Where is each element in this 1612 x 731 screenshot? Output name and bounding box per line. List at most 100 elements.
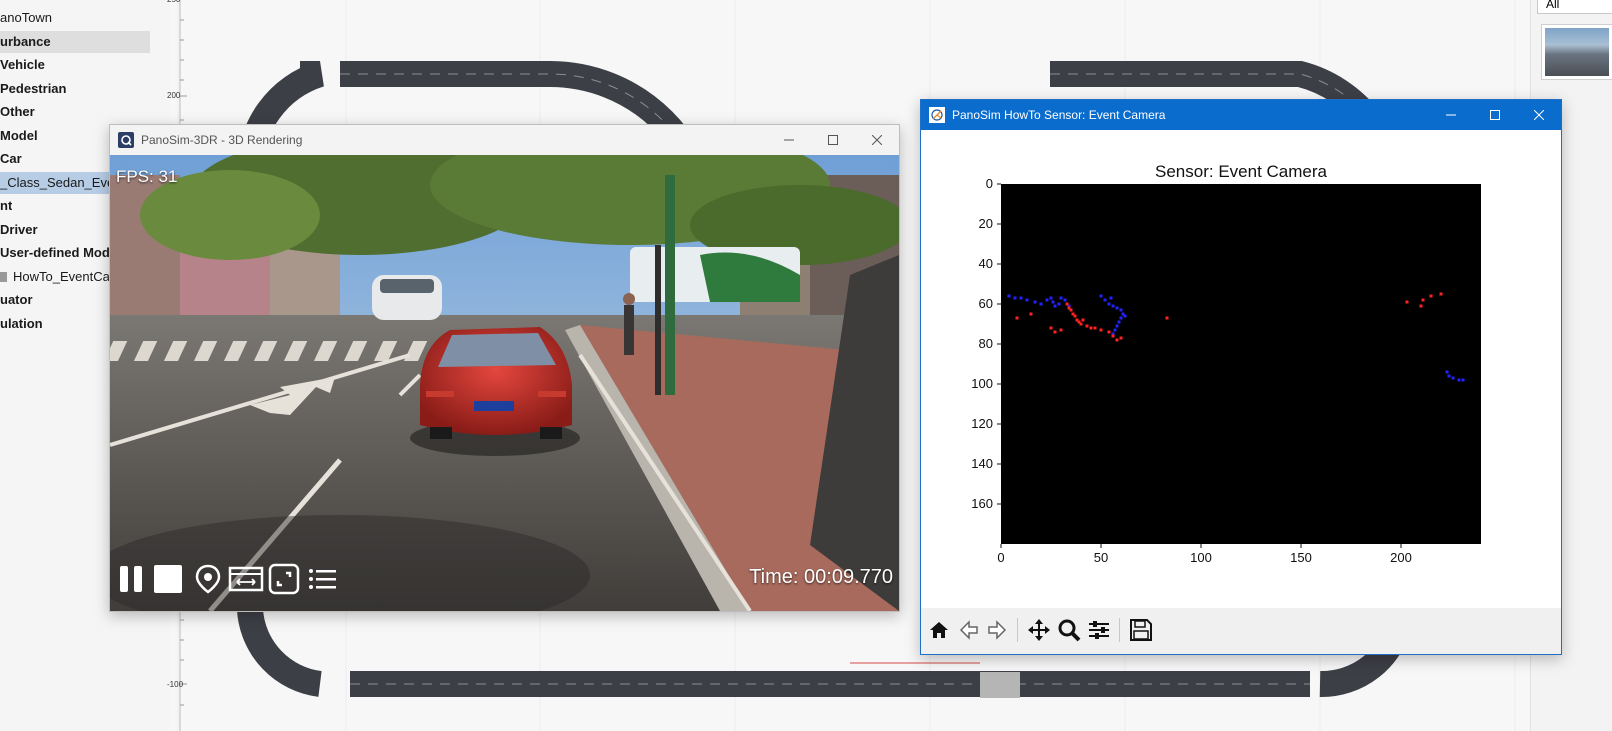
app-root: anoTown urbance Vehicle Pedestrian Other… — [0, 0, 1612, 731]
event-point — [1461, 378, 1465, 382]
y-tick-label: 160 — [971, 496, 993, 511]
event-plot — [997, 183, 1481, 548]
event-point — [1059, 328, 1063, 332]
event-point — [1073, 314, 1077, 318]
plot-area[interactable]: Sensor: Event Camera 0 20 40 60 80 100 120 140 1… — [921, 130, 1561, 608]
pan-icon — [1028, 619, 1050, 641]
event-point — [1039, 302, 1043, 306]
event-point — [1115, 338, 1119, 342]
y-tick-label: 100 — [971, 376, 993, 391]
y-tick-label: 120 — [971, 416, 993, 431]
event-point — [1405, 300, 1409, 304]
save-button[interactable] — [1127, 616, 1155, 644]
event-point — [1053, 304, 1057, 308]
event-point — [1057, 302, 1061, 306]
tree-item-disturbance[interactable]: urbance — [0, 31, 150, 53]
forward-button[interactable] — [983, 616, 1011, 644]
fps-counter: FPS: 31 — [116, 167, 178, 186]
pause-button[interactable] — [116, 563, 148, 595]
configure-icon — [1089, 621, 1109, 639]
event-point — [1013, 296, 1017, 300]
tree-item-pedestrian[interactable]: Pedestrian — [0, 78, 66, 100]
filter-value: All — [1546, 0, 1560, 11]
tree-item-label: _Class_Sedan_Event — [0, 175, 126, 190]
home-button[interactable] — [925, 616, 953, 644]
event-point — [1447, 374, 1451, 378]
event-point — [1059, 296, 1063, 300]
axis-label-minus-100: -100 — [167, 680, 184, 689]
sim-time: Time: 00:09.770 — [749, 566, 893, 588]
render-viewport[interactable]: FPS: 31 Time: 00:09.770 — [110, 155, 899, 611]
plot-toolbar — [921, 608, 1561, 654]
event-point — [1051, 300, 1055, 304]
event-point — [1419, 304, 1423, 308]
tree-item-user-defined-model[interactable]: User-defined Mode — [0, 242, 117, 264]
fullscreen-button[interactable] — [268, 563, 300, 595]
close-button[interactable] — [855, 125, 899, 155]
tree-item-car[interactable]: Car — [0, 148, 22, 170]
stop-button[interactable] — [152, 563, 184, 595]
tree-item-simulation[interactable]: ulation — [0, 313, 43, 335]
event-point — [1015, 316, 1019, 320]
tree-item-agent[interactable]: nt — [0, 195, 12, 217]
event-point — [1049, 296, 1053, 300]
asset-thumbnail[interactable] — [1541, 24, 1612, 80]
maximize-button[interactable] — [811, 125, 855, 155]
event-point — [1025, 298, 1029, 302]
event-window-title: PanoSim HowTo Sensor: Event Camera — [952, 108, 1166, 122]
event-point — [1429, 294, 1433, 298]
back-icon — [959, 620, 978, 640]
event-window-titlebar[interactable]: PanoSim HowTo Sensor: Event Camera — [921, 100, 1561, 130]
tree-item-howto-eventcam[interactable]: HowTo_EventCam — [0, 266, 121, 288]
location-button[interactable] — [192, 563, 224, 595]
event-point — [1115, 324, 1119, 328]
event-point — [1045, 298, 1049, 302]
event-point — [1165, 316, 1169, 320]
filter-dropdown[interactable]: All — [1537, 0, 1612, 14]
close-button[interactable] — [1517, 100, 1561, 130]
tree-item-label: Pedestrian — [0, 81, 67, 96]
event-point — [1079, 322, 1083, 326]
minimize-button[interactable] — [767, 125, 811, 155]
pan-button[interactable] — [1025, 616, 1053, 644]
tree-item-model[interactable]: Model — [0, 125, 38, 147]
event-point — [1119, 308, 1123, 312]
event-point — [1099, 328, 1103, 332]
event-point — [1007, 294, 1011, 298]
x-tick-label: 100 — [1190, 550, 1212, 565]
view-switch-button[interactable] — [228, 563, 264, 595]
minimize-button[interactable] — [1429, 100, 1473, 130]
x-tick-label: 200 — [1390, 550, 1412, 565]
event-point — [1451, 376, 1455, 380]
tree-item-evaluator[interactable]: uator — [0, 289, 33, 311]
stop-icon — [154, 565, 182, 593]
event-point — [1063, 298, 1067, 302]
tree-item-label: Model — [0, 128, 38, 143]
render-window-titlebar[interactable]: PanoSim-3DR - 3D Rendering — [110, 125, 899, 155]
list-icon — [309, 569, 336, 589]
matplotlib-app-icon — [929, 107, 945, 123]
tree-item-town[interactable]: anoTown — [0, 7, 52, 29]
event-point — [1099, 294, 1103, 298]
event-point — [1457, 378, 1461, 382]
event-point — [1117, 320, 1121, 324]
tree-item-label: uator — [0, 292, 33, 307]
close-icon — [871, 134, 883, 146]
x-tick-label: 0 — [997, 550, 1005, 565]
configure-button[interactable] — [1085, 616, 1113, 644]
event-point — [1089, 326, 1093, 330]
home-icon — [930, 622, 948, 638]
tree-item-label: anoTown — [0, 10, 53, 25]
tree-item-other[interactable]: Other — [0, 101, 35, 123]
zoom-button[interactable] — [1055, 616, 1083, 644]
render-window-title: PanoSim-3DR - 3D Rendering — [141, 133, 303, 147]
event-point — [1093, 326, 1097, 330]
tree-item-driver[interactable]: Driver — [0, 219, 38, 241]
y-tick-label: 80 — [978, 336, 993, 351]
maximize-button[interactable] — [1473, 100, 1517, 130]
back-button[interactable] — [955, 616, 983, 644]
tree-item-vehicle[interactable]: Vehicle — [0, 54, 45, 76]
list-button[interactable] — [306, 563, 338, 595]
event-point — [1111, 304, 1115, 308]
panosim-app-icon — [118, 132, 134, 148]
